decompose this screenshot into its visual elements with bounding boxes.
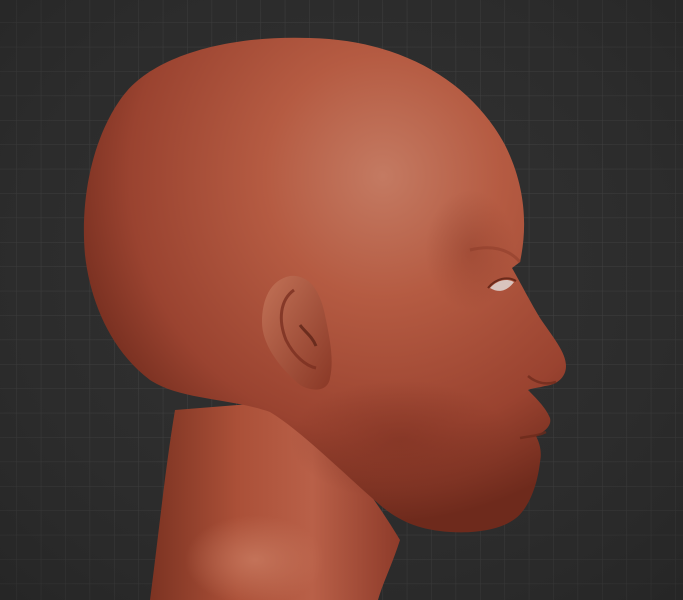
head-sculpt-model[interactable] [0,0,683,600]
jaw-shadow [290,380,510,500]
3d-viewport[interactable] [0,0,683,600]
